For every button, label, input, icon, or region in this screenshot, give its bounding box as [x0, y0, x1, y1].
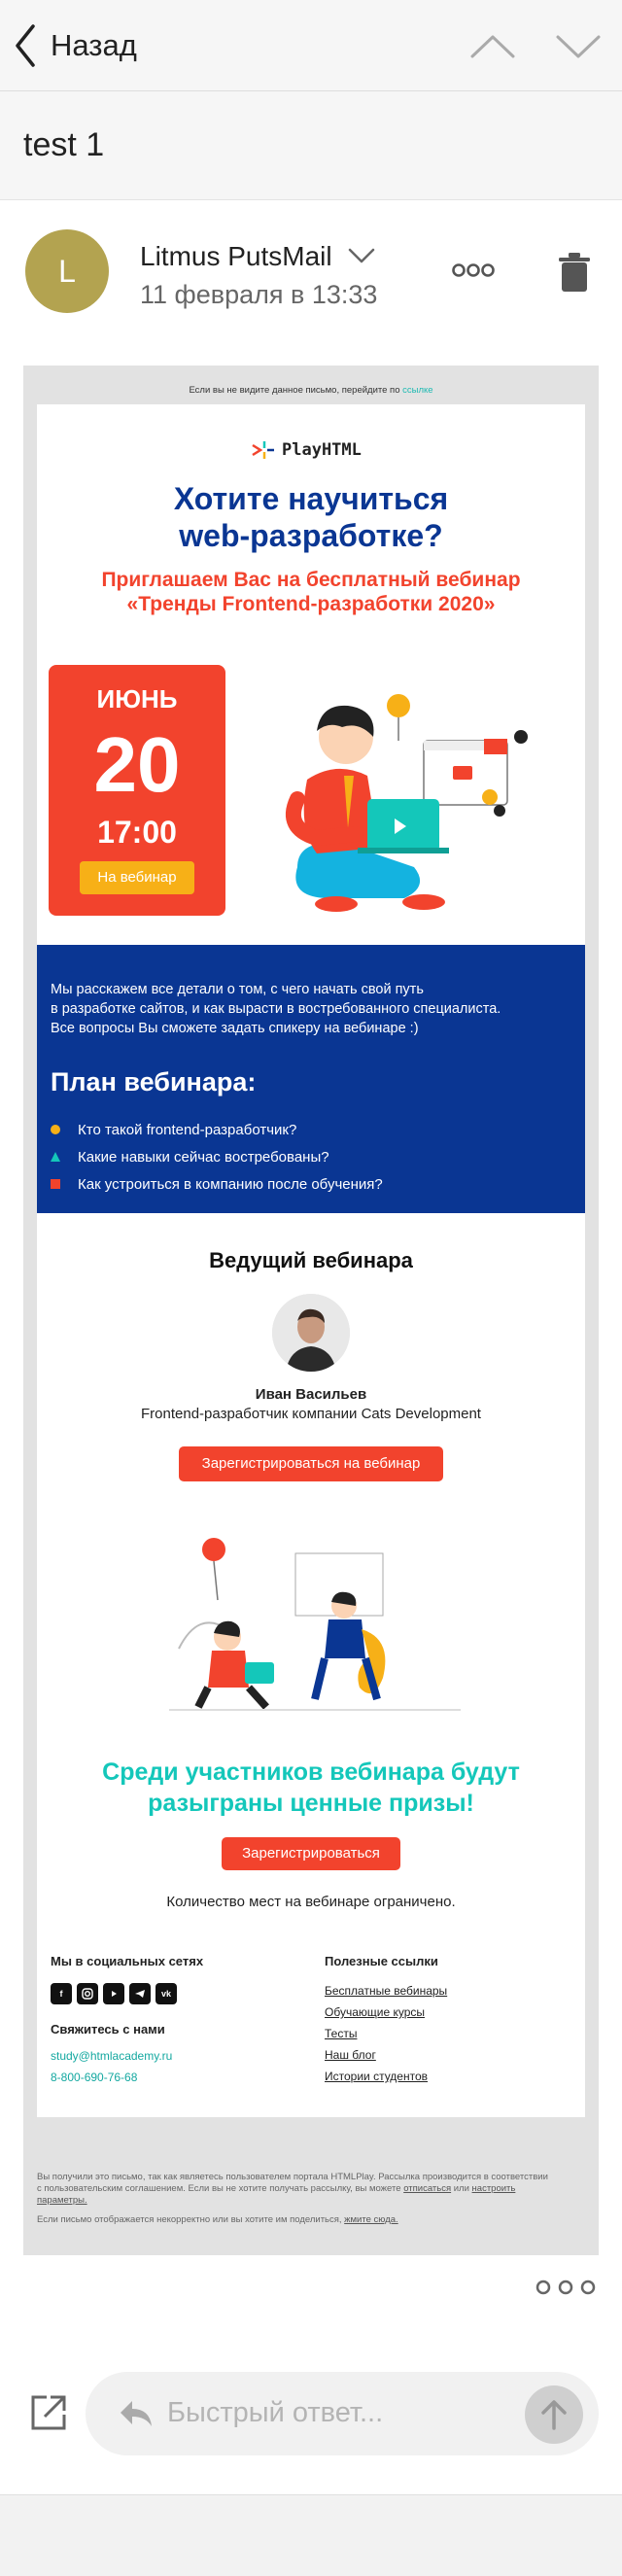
plan-list: Кто такой frontend-разработчик? Какие на… [51, 1116, 383, 1198]
developer-illustration [286, 694, 528, 912]
back-button[interactable]: Назад [14, 21, 137, 70]
register-button[interactable]: Зарегистрироваться [222, 1837, 400, 1870]
links-title: Полезные ссылки [325, 1954, 438, 1968]
contact-phone[interactable]: 8-800-690-76-68 [51, 2071, 137, 2084]
quick-reply-placeholder: Быстрый ответ... [167, 2397, 384, 2428]
people-illustration [169, 1538, 461, 1711]
social-icons: f vk [51, 1983, 177, 2004]
chevron-up-icon[interactable] [468, 27, 517, 66]
trash-icon[interactable] [558, 251, 591, 294]
plan-title: План вебинара: [51, 1067, 257, 1097]
plan-item: Кто такой frontend-разработчик? [51, 1116, 383, 1143]
chevron-down-icon[interactable] [554, 27, 603, 66]
plan-item: Как устроиться в компанию после обучения… [51, 1170, 383, 1198]
webinar-button[interactable]: На вебинар [80, 861, 194, 894]
bottom-strip [0, 2494, 622, 2576]
more-options-icon[interactable] [451, 262, 496, 278]
logo-text: PlayHTML [282, 440, 362, 460]
chevron-down-icon[interactable] [347, 246, 376, 265]
date-day: 20 [93, 721, 181, 808]
open-external-icon[interactable] [27, 2391, 70, 2434]
plan-item: Какие навыки сейчас востребованы? [51, 1143, 383, 1170]
legal-text: Вы получили это письмо, так как являетес… [37, 2172, 585, 2207]
footer-link[interactable]: Истории студентов [325, 2070, 447, 2091]
sender-name-text: Litmus PutsMail [140, 241, 332, 271]
legal-line-1: Вы получили это письмо, так как являетес… [37, 2172, 548, 2182]
playhtml-logo-icon [252, 441, 274, 459]
prize-line-1: Среди участников вебинара будут [102, 1758, 520, 1786]
email-frame: Если вы не видите данное письмо, перейди… [23, 366, 599, 2255]
back-label: Назад [51, 28, 137, 62]
subheadline: Приглашаем Вас на бесплатный вебинар «Тр… [101, 569, 521, 615]
host-role: Frontend-разработчик компании Cats Devel… [141, 1406, 481, 1422]
quick-reply-input[interactable]: Быстрый ответ... [86, 2372, 599, 2455]
settings-link[interactable]: настроить [472, 2183, 516, 2194]
host-title: Ведущий вебинара [209, 1248, 413, 1272]
legal-share-text: Если письмо отображается некорректно или… [37, 2214, 342, 2225]
prize-headline: Среди участников вебинара будут разыгран… [66, 1757, 556, 1819]
telegram-icon[interactable] [129, 1983, 151, 2004]
preheader: Если вы не видите данное письмо, перейди… [23, 385, 599, 396]
host-photo [272, 1294, 350, 1372]
email-card: PlayHTML Хотите научиться web-разработке… [37, 404, 585, 2117]
plan-item-text: Кто такой frontend-разработчик? [78, 1121, 297, 1138]
unsubscribe-link[interactable]: отписаться [403, 2183, 451, 2194]
top-bar: Назад [0, 0, 622, 91]
legal-params: параметры. [37, 2195, 585, 2207]
triangle-bullet-icon [51, 1152, 60, 1162]
useful-links: Бесплатные вебинары Обучающие курсы Тест… [325, 1984, 447, 2091]
headline-line-1: Хотите научиться [173, 481, 449, 516]
params-link[interactable]: параметры. [37, 2195, 87, 2206]
avatar[interactable]: L [25, 229, 109, 313]
headline: Хотите научиться web-разработке? [37, 480, 585, 554]
intro-text: Мы расскажем все детали о том, с чего на… [51, 980, 575, 1038]
intro-line-1: Мы расскажем все детали о том, с чего на… [51, 982, 424, 997]
legal-line-2: с пользовательским соглашением. Если вы … [37, 2183, 585, 2195]
send-button[interactable] [525, 2385, 583, 2444]
share-link[interactable]: жмите сюда. [344, 2214, 398, 2225]
vk-icon[interactable]: vk [156, 1983, 177, 2004]
legal-share: Если письмо отображается некорректно или… [37, 2214, 585, 2226]
host-portrait-icon [272, 1294, 350, 1372]
intro-line-3: Все вопросы Вы сможете задать спикеру на… [51, 1021, 419, 1036]
prize-line-2: разыграны ценные призы! [148, 1790, 474, 1817]
contact-title: Свяжитесь с нами [51, 2022, 165, 2036]
host-name: Иван Васильев [255, 1386, 367, 1403]
footer-link[interactable]: Бесплатные вебинары [325, 1984, 447, 2005]
sender-name[interactable]: Litmus PutsMail [140, 241, 376, 272]
plan-item-text: Как устроиться в компанию после обучения… [78, 1175, 383, 1193]
preheader-text: Если вы не видите данное письмо, перейди… [189, 385, 400, 396]
footer-link[interactable]: Наш блог [325, 2048, 447, 2070]
sender-date: 11 февраля в 13:33 [140, 280, 378, 309]
date-month: ИЮНЬ [96, 684, 178, 714]
chevron-left-icon [16, 24, 35, 67]
preheader-link[interactable]: ссылке [402, 385, 432, 396]
footer-link[interactable]: Обучающие курсы [325, 2005, 447, 2027]
register-webinar-button[interactable]: Зарегистрироваться на вебинар [179, 1446, 443, 1481]
date-time: 17:00 [97, 815, 177, 850]
arrow-up-icon [541, 2400, 567, 2430]
square-bullet-icon [51, 1179, 60, 1189]
instagram-icon[interactable] [77, 1983, 98, 2004]
plan-item-text: Какие навыки сейчас востребованы? [78, 1148, 329, 1166]
circle-bullet-icon [51, 1125, 60, 1134]
reply-icon [121, 2401, 152, 2426]
subject-bar: test 1 [0, 91, 622, 200]
intro-section: Мы расскажем все детали о том, с чего на… [37, 945, 585, 1213]
facebook-icon[interactable]: f [51, 1983, 72, 2004]
legal-or: или [453, 2183, 469, 2194]
date-card: ИЮНЬ 20 17:00 На вебинар [49, 665, 225, 916]
intro-line-2: в разработке сайтов, и как вырасти в вос… [51, 1001, 501, 1017]
headline-line-2: web-разработке? [179, 518, 443, 553]
email-subject: test 1 [23, 126, 105, 163]
legal-line-2-text: с пользовательским соглашением. Если вы … [37, 2183, 401, 2194]
youtube-icon[interactable] [103, 1983, 124, 2004]
social-title: Мы в социальных сетях [51, 1954, 204, 1968]
footer-link[interactable]: Тесты [325, 2027, 447, 2048]
contact-email[interactable]: study@htmlacademy.ru [51, 2049, 172, 2063]
more-actions-icon[interactable] [535, 2279, 597, 2296]
logo: PlayHTML [251, 439, 362, 461]
limited-seats-text: Количество мест на вебинаре ограничено. [166, 1894, 456, 1910]
